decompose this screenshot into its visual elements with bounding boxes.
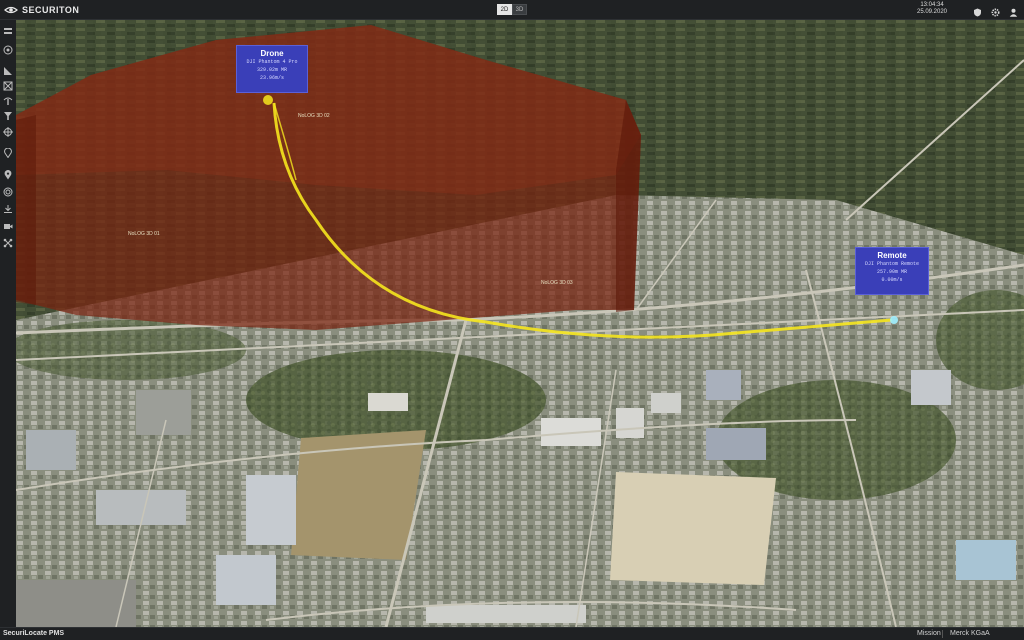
remote-speed: 0.00m/s [881, 277, 903, 283]
clock-time: 13:04:34 [920, 2, 944, 8]
pin-icon[interactable] [3, 148, 13, 158]
crosshair-icon[interactable] [3, 127, 13, 137]
drone-speed: 23.96m/s [259, 75, 284, 81]
drone-label[interactable]: Drone DJI Phantom 4 Pro 329.02m MR 23.96… [236, 45, 308, 93]
radar-icon[interactable] [3, 187, 13, 197]
brand-logo: SECURITON [4, 3, 79, 16]
remote-altitude: 257.90m MR [876, 269, 907, 275]
drone-title: Drone [260, 49, 284, 58]
status-bar: SecuriLocate PMS Mission Merck KGaA [0, 627, 1024, 640]
brand-name: SECURITON [22, 4, 80, 15]
view-toggle: 2D 3D [497, 4, 527, 15]
network-icon[interactable] [3, 238, 13, 248]
clock: 13:04:34 25.09.2020 [914, 2, 950, 16]
zone-label: NoLOG 3D 02 [298, 113, 330, 119]
mission-value[interactable]: Merck KGaA [950, 630, 990, 637]
zone-label: NoLOG 3D 03 [541, 280, 573, 286]
top-bar: SECURITON 2D 3D 13:04:34 25.09.2020 [0, 0, 1024, 20]
measure-icon[interactable] [3, 66, 13, 76]
remote-model: DJI Phantom Remote [864, 261, 919, 267]
filter-icon[interactable] [3, 111, 13, 121]
map-view[interactable]: Drone DJI Phantom 4 Pro 329.02m MR 23.96… [16, 20, 1024, 627]
view-3d-button[interactable]: 3D [512, 4, 527, 15]
app-name: SecuriLocate PMS [3, 630, 65, 637]
status-divider [942, 630, 943, 638]
antenna-icon[interactable] [3, 96, 13, 106]
camera-icon[interactable] [3, 221, 13, 231]
gear-icon[interactable] [991, 4, 1000, 17]
location-icon[interactable] [3, 170, 13, 180]
eye-logo-icon [4, 6, 18, 13]
target-icon[interactable] [3, 45, 13, 55]
drone-altitude: 329.02m MR [256, 67, 287, 73]
drone-model: DJI Phantom 4 Pro [246, 59, 298, 65]
clock-date: 25.09.2020 [916, 9, 948, 15]
zone-label: NoLOG 3D 01 [128, 231, 160, 237]
remote-title: Remote [877, 251, 907, 260]
mission-label: Mission [917, 630, 941, 637]
tool-sidebar [0, 20, 17, 627]
download-icon[interactable] [3, 204, 13, 214]
user-icon[interactable] [1009, 4, 1018, 17]
remote-label[interactable]: Remote DJI Phantom Remote 257.90m MR 0.0… [855, 247, 929, 295]
frame-icon[interactable] [3, 81, 13, 91]
view-2d-button[interactable]: 2D [497, 4, 512, 15]
layers-icon[interactable] [3, 26, 13, 36]
shield-icon[interactable] [973, 4, 982, 17]
